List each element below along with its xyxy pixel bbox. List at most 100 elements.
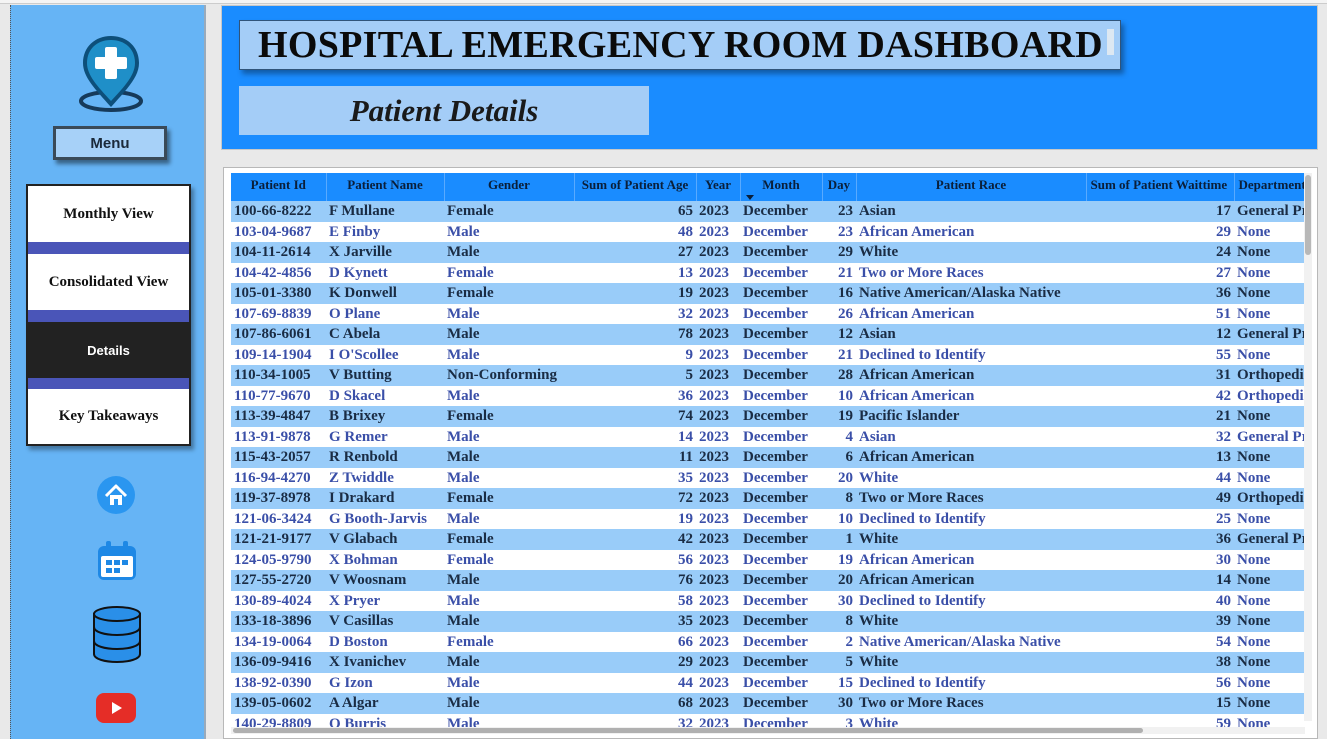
table-row[interactable]: 134-19-0064 D Boston Female 66 2023 December 2… <box>231 631 1305 652</box>
table-cell: December <box>740 447 822 468</box>
table-cell: 8 <box>822 611 856 632</box>
table-cell: None <box>1234 467 1305 488</box>
nav-item-label: Details <box>87 342 130 358</box>
table-cell: Male <box>444 447 574 468</box>
table-cell: December <box>740 262 822 283</box>
table-cell: 28 <box>822 365 856 386</box>
table-row[interactable]: 113-91-9878 G Remer Male 14 2023 December 4 Asi… <box>231 426 1305 447</box>
table-cell: 121-21-9177 <box>231 529 326 550</box>
table-row[interactable]: 115-43-2057 R Renbold Male 11 2023 December 6 A… <box>231 447 1305 468</box>
column-header[interactable]: Sum of Patient Waittime <box>1086 173 1235 201</box>
vertical-scrollbar[interactable] <box>1304 173 1312 721</box>
vertical-scroll-thumb[interactable] <box>1305 175 1311 255</box>
table-cell: 6 <box>822 447 856 468</box>
table-cell: 121-06-3424 <box>231 508 326 529</box>
table-header: Patient Id Patient Name Gender Sum of Patie… <box>231 173 1305 201</box>
table-cell: December <box>740 467 822 488</box>
table-cell: 35 <box>574 611 696 632</box>
column-header[interactable]: Gender <box>444 173 575 201</box>
table-cell: Declined to Identify <box>856 508 1086 529</box>
table-row[interactable]: 107-86-6061 C Abela Male 78 2023 December 12 As… <box>231 324 1305 345</box>
column-header[interactable]: Patient Id <box>231 173 327 201</box>
table-row[interactable]: 104-11-2614 X Jarville Male 27 2023 December 2… <box>231 242 1305 263</box>
table-row[interactable]: 140-29-8809 O Burris Male 32 2023 December 3 Wh… <box>231 713 1305 727</box>
table-cell: Declined to Identify <box>856 590 1086 611</box>
column-header[interactable]: Sum of Patient Age <box>574 173 697 201</box>
table-cell: I Drakard <box>326 488 444 509</box>
table-row[interactable]: 103-04-9687 E Finby Male 48 2023 December 23 Af… <box>231 221 1305 242</box>
table-row[interactable]: 130-89-4024 X Pryer Male 58 2023 December 30 De… <box>231 590 1305 611</box>
table-cell: White <box>856 529 1086 550</box>
table-cell: White <box>856 652 1086 673</box>
table-cell: 72 <box>574 488 696 509</box>
table-row[interactable]: 104-42-4856 D Kynett Female 13 2023 December 2… <box>231 262 1305 283</box>
column-header[interactable]: Department Referral <box>1234 173 1305 201</box>
table-row[interactable]: 109-14-1904 I O'Scollee Male 9 2023 December 2… <box>231 344 1305 365</box>
table-cell: Male <box>444 324 574 345</box>
table-row[interactable]: 107-69-8839 O Plane Male 32 2023 December 26 Af… <box>231 303 1305 324</box>
table-cell: 10 <box>822 508 856 529</box>
table-cell: X Pryer <box>326 590 444 611</box>
menu-button[interactable]: Menu <box>53 126 167 160</box>
table-cell: 30 <box>822 693 856 714</box>
table-cell: 2023 <box>696 447 740 468</box>
table-row[interactable]: 121-21-9177 V Glabach Female 42 2023 December… <box>231 529 1305 550</box>
database-icon[interactable] <box>91 605 143 663</box>
table-cell: December <box>740 611 822 632</box>
table-cell: 65 <box>574 201 696 222</box>
column-header[interactable]: Patient Race <box>856 173 1087 201</box>
nav-item-consolidated-view[interactable]: Consolidated View <box>28 254 189 310</box>
table-cell: White <box>856 713 1086 727</box>
table-row[interactable]: 127-55-2720 V Woosnam Male 76 2023 December 20… <box>231 570 1305 591</box>
table-cell: 130-89-4024 <box>231 590 326 611</box>
table-row[interactable]: 136-09-9416 X Ivanichev Male 29 2023 December… <box>231 652 1305 673</box>
nav-item-label: Consolidated View <box>48 273 169 290</box>
table-row[interactable]: 124-05-9790 X Bohman Female 56 2023 December 1… <box>231 549 1305 570</box>
table-viewport[interactable]: Patient Id Patient Name Gender Sum of Patie… <box>231 173 1305 727</box>
table-row[interactable]: 116-94-4270 Z Twiddle Male 35 2023 December 20… <box>231 467 1305 488</box>
table-cell: 32 <box>574 713 696 727</box>
nav-item-monthly-view[interactable]: Monthly View <box>28 186 189 242</box>
table-cell: 100-66-8222 <box>231 201 326 222</box>
column-header[interactable]: Month <box>740 173 823 201</box>
table-cell: Female <box>444 631 574 652</box>
table-cell: Male <box>444 693 574 714</box>
horizontal-scroll-thumb[interactable] <box>233 728 1143 733</box>
table-cell: 56 <box>574 549 696 570</box>
page-title: HOSPITAL EMERGENCY ROOM DASHBOARD <box>258 24 1103 66</box>
table-row[interactable]: 139-05-0602 A Algar Male 68 2023 December 30 Tw… <box>231 693 1305 714</box>
table-cell: 19 <box>574 283 696 304</box>
calendar-icon[interactable] <box>96 540 138 582</box>
column-header[interactable]: Patient Name <box>326 173 445 201</box>
table-cell: 139-05-0602 <box>231 693 326 714</box>
table-cell: 2023 <box>696 570 740 591</box>
table-cell: Female <box>444 529 574 550</box>
table-row[interactable]: 133-18-3896 V Casillas Male 35 2023 December 8… <box>231 611 1305 632</box>
column-header[interactable]: Day <box>822 173 857 201</box>
table-row[interactable]: 110-77-9670 D Skacel Male 36 2023 December 10 A… <box>231 385 1305 406</box>
table-cell: 2023 <box>696 365 740 386</box>
youtube-icon[interactable] <box>96 693 136 723</box>
table-cell: V Woosnam <box>326 570 444 591</box>
table-row[interactable]: 121-06-3424 G Booth-Jarvis Male 19 2023 Decem… <box>231 508 1305 529</box>
table-cell: African American <box>856 447 1086 468</box>
table-cell: Male <box>444 303 574 324</box>
table-row[interactable]: 138-92-0390 G Izon Male 44 2023 December 15 Dec… <box>231 672 1305 693</box>
table-row[interactable]: 100-66-8222 F Mullane Female 65 2023 December… <box>231 201 1305 222</box>
table-cell: 68 <box>574 693 696 714</box>
table-row[interactable]: 110-34-1005 V Butting Non-Conforming 5 2023 D… <box>231 365 1305 386</box>
column-header[interactable]: Year <box>696 173 741 201</box>
home-icon[interactable] <box>96 475 136 515</box>
table-row[interactable]: 105-01-3380 K Donwell Female 19 2023 December… <box>231 283 1305 304</box>
nav-item-details[interactable]: Details <box>28 322 189 378</box>
table-cell: African American <box>856 385 1086 406</box>
table-cell: None <box>1234 570 1305 591</box>
table-cell: 36 <box>1086 529 1234 550</box>
table-row[interactable]: 119-37-8978 I Drakard Female 72 2023 December… <box>231 488 1305 509</box>
horizontal-scrollbar[interactable] <box>231 727 1305 734</box>
table-cell: 2023 <box>696 406 740 427</box>
table-cell: None <box>1234 406 1305 427</box>
table-row[interactable]: 113-39-4847 B Brixey Female 74 2023 December 1… <box>231 406 1305 427</box>
table-cell: 21 <box>822 344 856 365</box>
nav-item-key-takeaways[interactable]: Key Takeaways <box>28 389 189 444</box>
